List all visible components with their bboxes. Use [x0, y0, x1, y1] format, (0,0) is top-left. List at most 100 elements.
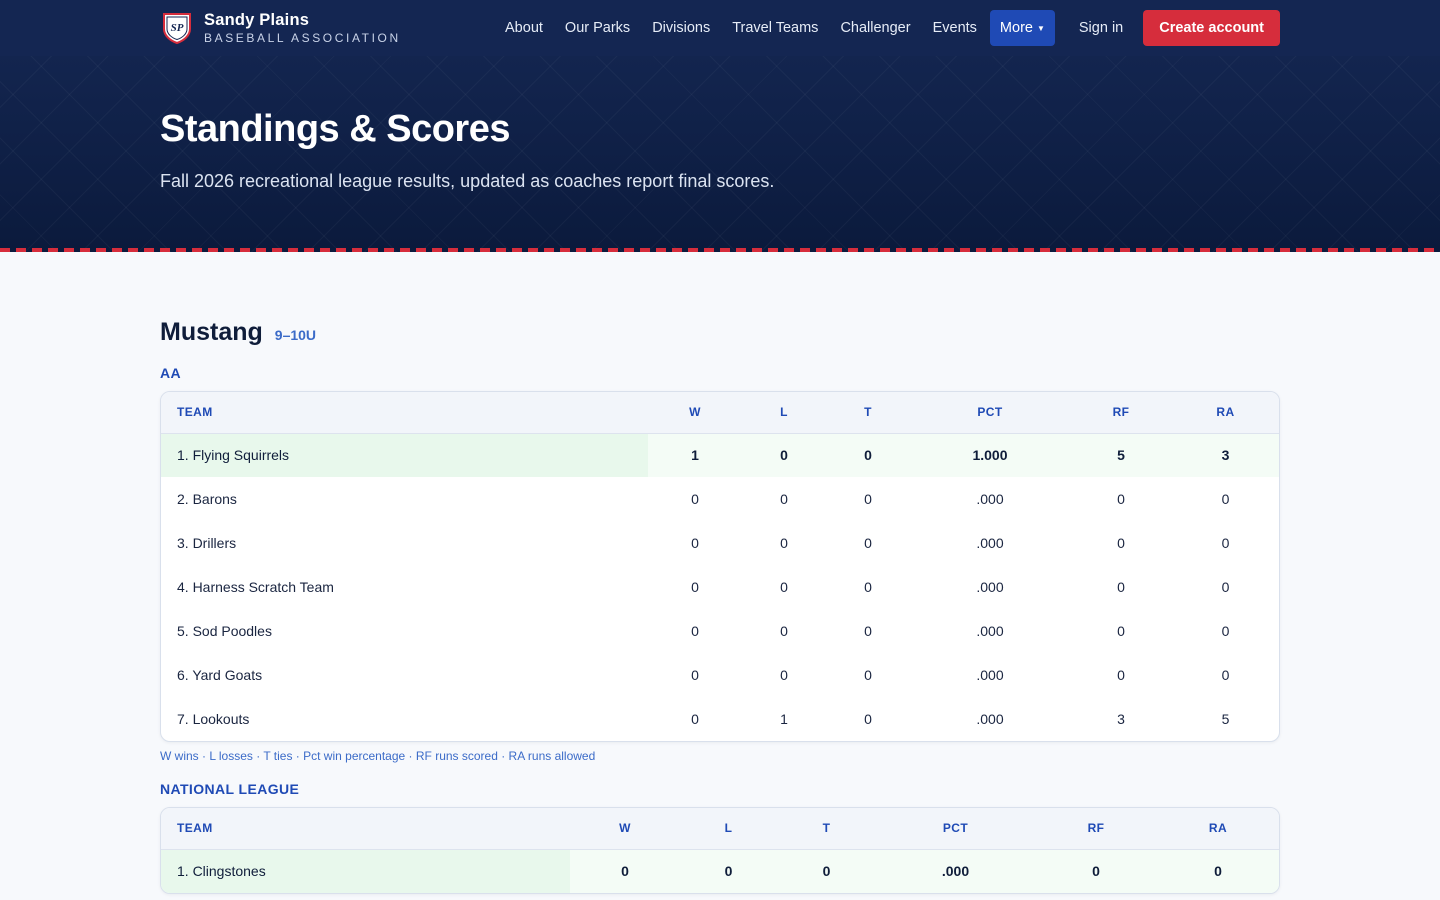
runs-against: 0: [1221, 667, 1230, 683]
brand-title: Sandy Plains: [204, 10, 310, 29]
team-name: 2. Barons: [177, 491, 237, 507]
runs-for: 5: [1070, 433, 1172, 477]
nav-our-parks[interactable]: Our Parks: [554, 10, 641, 46]
standings-table-national: TEAM W L T PCT RF RA 1. Clingstones 0 0 …: [160, 807, 1280, 894]
runs-for: 0: [1117, 623, 1125, 639]
col-rf[interactable]: RF: [1035, 808, 1157, 849]
win-pct: .000: [976, 491, 1004, 507]
win-pct: .000: [976, 579, 1004, 595]
wins: 0: [691, 535, 699, 551]
league-label-national: NATIONAL LEAGUE: [160, 781, 300, 797]
table-row[interactable]: 2. Barons 0 0 0 .000 0 0: [161, 477, 1279, 521]
nav-challenger[interactable]: Challenger: [829, 10, 921, 46]
standings-table-aa: TEAM W L T PCT RF RA 1. Flying Squirrels…: [160, 391, 1280, 742]
col-t[interactable]: T: [777, 808, 876, 849]
ties: 0: [864, 535, 872, 551]
nav-events[interactable]: Events: [922, 10, 988, 46]
ties: 0: [864, 623, 872, 639]
league-label-aa: AA: [160, 365, 182, 381]
runs-against: 5: [1221, 711, 1230, 727]
stats-legend: W wins · L losses · T ties · Pct win per…: [160, 749, 596, 763]
col-pct[interactable]: PCT: [910, 392, 1070, 433]
col-ra[interactable]: RA: [1172, 392, 1279, 433]
page-title: Standings & Scores: [160, 108, 510, 150]
col-w[interactable]: W: [570, 808, 680, 849]
runs-against: 0: [1157, 849, 1279, 893]
nav-travel-teams[interactable]: Travel Teams: [721, 10, 829, 46]
losses: 0: [780, 535, 788, 551]
team-name: 6. Yard Goats: [177, 667, 263, 683]
team-name: 4. Harness Scratch Team: [177, 579, 334, 595]
division-title: Mustang: [160, 318, 263, 346]
table-header-row: TEAM W L T PCT RF RA: [161, 392, 1279, 433]
caret-down-icon: ▼: [1036, 23, 1045, 33]
national-rows: 1. Clingstones 0 0 0 .000 0 0: [161, 849, 1279, 893]
wins: 0: [691, 667, 699, 683]
main-nav: About Our Parks Divisions Travel Teams C…: [494, 10, 1280, 46]
runs-for: 0: [1117, 579, 1125, 595]
table-row[interactable]: 1. Flying Squirrels 1 0 0 1.000 5 3: [161, 433, 1279, 477]
col-w[interactable]: W: [648, 392, 742, 433]
col-pct[interactable]: PCT: [876, 808, 1035, 849]
nav-about[interactable]: About: [494, 10, 554, 46]
wins: 0: [691, 711, 699, 727]
standings-content: Mustang 9–10U AA TEAM W L T PCT RF RA 1.…: [0, 252, 1440, 894]
create-account-button[interactable]: Create account: [1143, 10, 1280, 46]
shield-logo-icon: SP: [163, 13, 191, 45]
top-navigation: SP Sandy Plains BASEBALL ASSOCIATION Abo…: [0, 0, 1440, 56]
ties: 0: [864, 667, 872, 683]
runs-for: 0: [1117, 667, 1125, 683]
brand-subtitle: BASEBALL ASSOCIATION: [204, 31, 401, 46]
table-row[interactable]: 6. Yard Goats 0 0 0 .000 0 0: [161, 653, 1279, 697]
ties: 0: [826, 433, 910, 477]
team-name: 1. Flying Squirrels: [161, 433, 648, 477]
wins: 0: [691, 491, 699, 507]
runs-for: 0: [1117, 535, 1125, 551]
col-ra[interactable]: RA: [1157, 808, 1279, 849]
wins: 0: [691, 623, 699, 639]
team-name: 3. Drillers: [177, 535, 237, 551]
division-header: Mustang 9–10U: [160, 318, 1280, 347]
col-team[interactable]: TEAM: [161, 392, 648, 433]
nav-more-label: More: [999, 20, 1033, 36]
logo-initials: SP: [171, 22, 184, 34]
team-name: 5. Sod Poodles: [177, 623, 272, 639]
hero-banner: Standings & Scores Fall 2026 recreationa…: [0, 56, 1440, 252]
wins: 0: [691, 579, 699, 595]
losses: 0: [780, 667, 788, 683]
page-subtitle: Fall 2026 recreational league results, u…: [160, 171, 775, 191]
ties: 0: [777, 849, 876, 893]
division-age: 9–10U: [274, 327, 317, 343]
win-pct: .000: [876, 849, 1035, 893]
nav-divisions[interactable]: Divisions: [641, 10, 721, 46]
runs-against: 3: [1172, 433, 1279, 477]
col-rf[interactable]: RF: [1070, 392, 1172, 433]
losses: 0: [742, 433, 826, 477]
table-row[interactable]: 1. Clingstones 0 0 0 .000 0 0: [161, 849, 1279, 893]
win-pct: .000: [976, 711, 1004, 727]
table-row[interactable]: 4. Harness Scratch Team 0 0 0 .000 0 0: [161, 565, 1279, 609]
runs-against: 0: [1221, 623, 1230, 639]
table-row[interactable]: 3. Drillers 0 0 0 .000 0 0: [161, 521, 1279, 565]
ties: 0: [864, 579, 872, 595]
table-row[interactable]: 7. Lookouts 0 1 0 .000 3 5: [161, 697, 1279, 741]
sign-in-link[interactable]: Sign in: [1069, 10, 1133, 46]
runs-against: 0: [1221, 491, 1230, 507]
team-name: 1. Clingstones: [161, 849, 570, 893]
runs-for: 0: [1035, 849, 1157, 893]
col-l[interactable]: L: [680, 808, 777, 849]
site-logo[interactable]: SP Sandy Plains BASEBALL ASSOCIATION: [160, 11, 401, 45]
table-row[interactable]: 5. Sod Poodles 0 0 0 .000 0 0: [161, 609, 1279, 653]
runs-against: 0: [1221, 535, 1230, 551]
col-team[interactable]: TEAM: [161, 808, 570, 849]
col-l[interactable]: L: [742, 392, 826, 433]
runs-for: 3: [1117, 711, 1125, 727]
win-pct: .000: [976, 535, 1004, 551]
win-pct: .000: [976, 667, 1004, 683]
nav-more-dropdown[interactable]: More ▼: [989, 10, 1055, 46]
losses: 0: [780, 579, 788, 595]
table-header-row: TEAM W L T PCT RF RA: [161, 808, 1279, 849]
wins: 0: [570, 849, 680, 893]
aa-rows: 1. Flying Squirrels 1 0 0 1.000 5 3 2. B…: [161, 433, 1279, 741]
col-t[interactable]: T: [826, 392, 910, 433]
